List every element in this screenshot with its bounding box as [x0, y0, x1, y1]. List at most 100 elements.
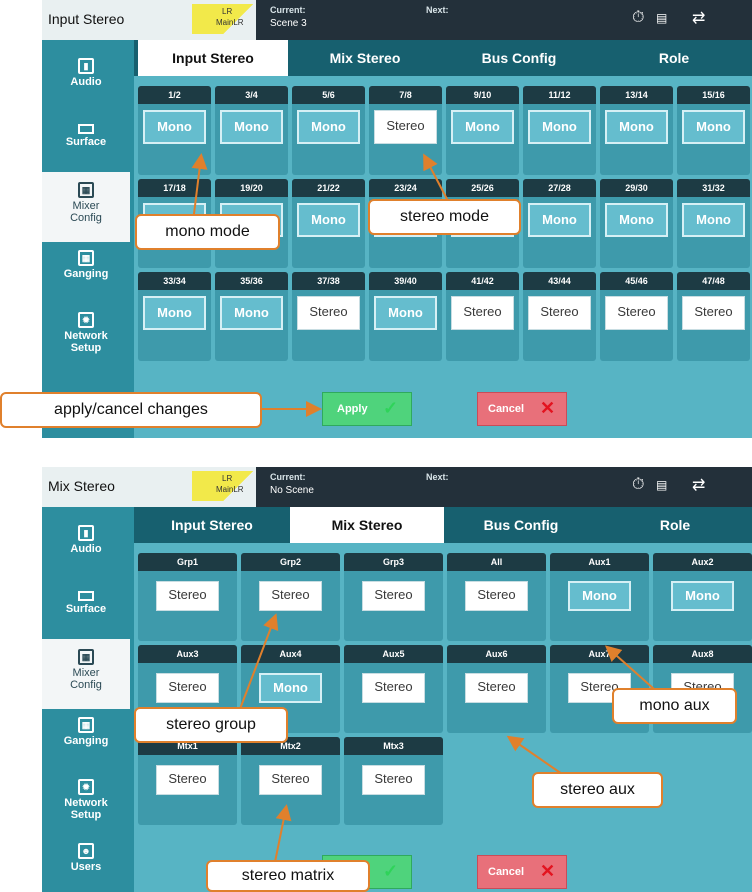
channel-cell: 33/34 Mono — [138, 272, 211, 361]
sidebar-item-audio[interactable]: ▮ Audio — [42, 515, 130, 579]
channel-pair-label: 39/40 — [369, 272, 442, 290]
sidebar-item-ganging[interactable]: ▦ Ganging — [42, 707, 130, 771]
tab-input-stereo[interactable]: Input Stereo — [134, 507, 290, 543]
mono-toggle-button[interactable]: Mono — [671, 581, 734, 611]
sidebar-item-mixer-config[interactable]: ▦ Mixer Config — [42, 639, 130, 709]
usb-icon[interactable]: ⇄ — [692, 8, 705, 28]
stereo-toggle-button[interactable]: Stereo — [465, 673, 528, 703]
channel-cell: 45/46 Stereo — [600, 272, 673, 361]
mono-toggle-button[interactable]: Mono — [143, 110, 206, 144]
stereo-toggle-button[interactable]: Stereo — [528, 296, 591, 330]
apply-button[interactable]: Apply ✓ — [322, 392, 412, 426]
sidebar-item-label: Network Setup — [64, 330, 108, 354]
tab-role[interactable]: Role — [596, 40, 752, 76]
lr-meter-badge[interactable]: LR MainLR — [192, 4, 256, 34]
sidebar-item-users[interactable]: ☻ Users — [42, 833, 130, 892]
stereo-toggle-button[interactable]: Stereo — [362, 765, 425, 795]
stereo-toggle-button[interactable]: Stereo — [156, 581, 219, 611]
channel-pair-label: 35/36 — [215, 272, 288, 290]
mono-toggle-button[interactable]: Mono — [220, 296, 283, 330]
sidebar-item-network-setup[interactable]: ✹ Network Setup — [42, 302, 130, 372]
cancel-button[interactable]: Cancel ✕ — [477, 855, 567, 889]
lr-meter-badge[interactable]: LR MainLR — [192, 471, 256, 501]
mono-toggle-button[interactable]: Mono — [374, 296, 437, 330]
mono-toggle-button[interactable]: Mono — [143, 296, 206, 330]
tab-input-stereo[interactable]: Input Stereo — [138, 40, 288, 76]
channel-cell: 47/48 Stereo — [677, 272, 750, 361]
stereo-toggle-button[interactable]: Stereo — [605, 296, 668, 330]
channel-cell: 29/30 Mono — [600, 179, 673, 268]
ganging-icon: ▦ — [78, 250, 94, 266]
callout-mono-aux: mono aux — [612, 688, 737, 724]
sidebar-item-ganging[interactable]: ▦ Ganging — [42, 240, 130, 304]
sidebar-item-surface[interactable]: Surface — [42, 110, 130, 174]
channel-pair-label: 15/16 — [677, 86, 750, 104]
channel-pair-label: 23/24 — [369, 179, 442, 197]
sidebar: ▮ Audio Surface ▦ Mixer Config ▦ Ganging… — [42, 40, 130, 438]
channel-cell: 3/4 Mono — [215, 86, 288, 175]
network-setup-icon: ✹ — [78, 779, 94, 795]
mono-toggle-button[interactable]: Mono — [220, 110, 283, 144]
tab-bar: Input Stereo Mix Stereo Bus Config Role — [134, 40, 752, 76]
tab-mix-stereo[interactable]: Mix Stereo — [288, 40, 442, 76]
tab-bus-config[interactable]: Bus Config — [444, 507, 598, 543]
channel-pair-label: Aux5 — [344, 645, 443, 663]
tab-role[interactable]: Role — [598, 507, 752, 543]
stereo-toggle-button[interactable]: Stereo — [362, 673, 425, 703]
status-bar: Mix Stereo LR MainLR Current: No Scene N… — [42, 467, 752, 507]
cancel-label: Cancel — [488, 403, 525, 415]
channel-pair-label: 13/14 — [600, 86, 673, 104]
channel-pair-label: 11/12 — [523, 86, 596, 104]
stereo-toggle-button[interactable]: Stereo — [259, 765, 322, 795]
stereo-toggle-button[interactable]: Stereo — [259, 581, 322, 611]
channel-cell: 1/2 Mono — [138, 86, 211, 175]
sidebar-item-network-setup[interactable]: ✹ Network Setup — [42, 769, 130, 839]
channel-pair-label: Aux7 — [550, 645, 649, 663]
mono-toggle-button[interactable]: Mono — [297, 203, 360, 237]
channel-pair-label: 19/20 — [215, 179, 288, 197]
mono-toggle-button[interactable]: Mono — [682, 110, 745, 144]
sidebar-item-surface[interactable]: Surface — [42, 577, 130, 641]
stopwatch-icon[interactable]: ⏱ — [632, 9, 644, 27]
tab-bus-config[interactable]: Bus Config — [442, 40, 596, 76]
cancel-button[interactable]: Cancel ✕ — [477, 392, 567, 426]
channel-pair-label: Aux4 — [241, 645, 340, 663]
badge-lr-label: LR — [222, 474, 233, 483]
stereo-toggle-button[interactable]: Stereo — [682, 296, 745, 330]
stereo-toggle-button[interactable]: Stereo — [156, 673, 219, 703]
mono-toggle-button[interactable]: Mono — [528, 110, 591, 144]
usb-icon[interactable]: ⇄ — [692, 475, 705, 495]
badge-mainlr-label: MainLR — [216, 18, 244, 27]
channel-cell: Grp1 Stereo — [138, 553, 237, 641]
mono-toggle-button[interactable]: Mono — [605, 203, 668, 237]
channel-cell: 39/40 Mono — [369, 272, 442, 361]
sidebar-item-label: Audio — [70, 543, 102, 555]
mono-toggle-button[interactable]: Mono — [451, 110, 514, 144]
mono-toggle-button[interactable]: Mono — [682, 203, 745, 237]
mono-toggle-button[interactable]: Mono — [259, 673, 322, 703]
channel-cell: All Stereo — [447, 553, 546, 641]
channel-cell: 7/8 Stereo — [369, 86, 442, 175]
stereo-toggle-button[interactable]: Stereo — [297, 296, 360, 330]
network-icon: ▤ — [656, 11, 668, 25]
sidebar-item-label: Ganging — [63, 268, 109, 280]
mix-stereo-screen: Mix Stereo LR MainLR Current: No Scene N… — [42, 467, 752, 892]
stereo-toggle-button[interactable]: Stereo — [465, 581, 528, 611]
sidebar-item-mixer-config[interactable]: ▦ Mixer Config — [42, 172, 130, 242]
mono-toggle-button[interactable]: Mono — [605, 110, 668, 144]
sidebar-item-audio[interactable]: ▮ Audio — [42, 48, 130, 112]
users-icon: ☻ — [78, 843, 94, 859]
tab-mix-stereo[interactable]: Mix Stereo — [290, 507, 444, 543]
surface-icon — [78, 124, 94, 134]
stereo-toggle-button[interactable]: Stereo — [451, 296, 514, 330]
channel-cell: Grp2 Stereo — [241, 553, 340, 641]
mixer-config-icon: ▦ — [78, 649, 94, 665]
mono-toggle-button[interactable]: Mono — [528, 203, 591, 237]
stereo-toggle-button[interactable]: Stereo — [362, 581, 425, 611]
mono-toggle-button[interactable]: Mono — [297, 110, 360, 144]
mono-toggle-button[interactable]: Mono — [568, 581, 631, 611]
stereo-toggle-button[interactable]: Stereo — [374, 110, 437, 144]
channel-pair-label: 17/18 — [138, 179, 211, 197]
stopwatch-icon[interactable]: ⏱ — [632, 476, 644, 494]
stereo-toggle-button[interactable]: Stereo — [156, 765, 219, 795]
